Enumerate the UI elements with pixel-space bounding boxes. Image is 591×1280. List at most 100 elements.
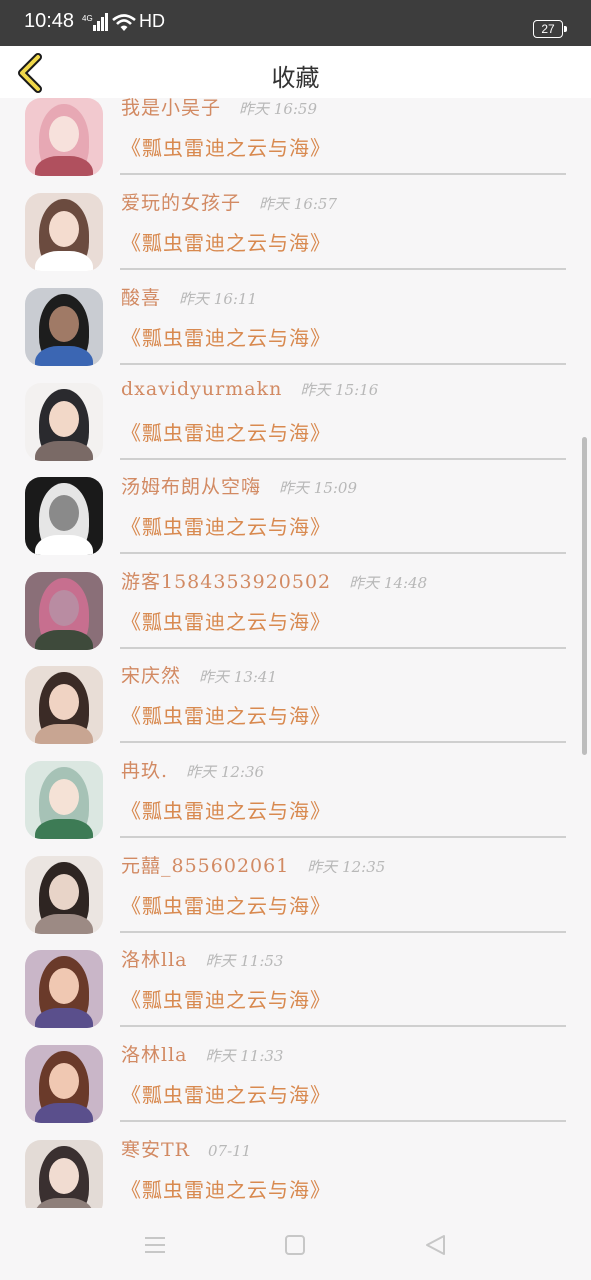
avatar[interactable] (25, 383, 103, 461)
list-item[interactable]: 游客1584353920502 昨天 14:48 《瓢虫雷迪之云与海》 (0, 562, 591, 657)
item-meta: 爱玩的女孩子 昨天 16:57 (121, 188, 337, 216)
item-meta: 酸喜 昨天 16:11 (121, 283, 257, 311)
timestamp: 昨天 11:53 (205, 952, 284, 970)
avatar[interactable] (25, 572, 103, 650)
work-title[interactable]: 《瓢虫雷迪之云与海》 (121, 795, 331, 824)
row-divider (120, 552, 566, 554)
back-triangle-icon (426, 1235, 445, 1255)
username[interactable]: 游客1584353920502 (121, 571, 331, 593)
item-meta: 我是小吴子 昨天 16:59 (121, 98, 317, 121)
home-button[interactable] (280, 1230, 310, 1260)
timestamp: 昨天 15:16 (300, 381, 379, 399)
page-title: 收藏 (271, 64, 320, 92)
battery-level: 27 (541, 22, 555, 36)
avatar[interactable] (25, 98, 103, 176)
username[interactable]: dxavidyurmakn (121, 378, 282, 400)
work-title[interactable]: 《瓢虫雷迪之云与海》 (121, 227, 331, 256)
list-item[interactable]: 宋庆然 昨天 13:41 《瓢虫雷迪之云与海》 (0, 656, 591, 751)
item-meta: 游客1584353920502 昨天 14:48 (121, 567, 427, 595)
timestamp: 昨天 16:11 (179, 290, 258, 308)
username[interactable]: 元囍_855602061 (121, 855, 289, 877)
work-title[interactable]: 《瓢虫雷迪之云与海》 (121, 1079, 331, 1108)
list-item[interactable]: 冉玖. 昨天 12:36 《瓢虫雷迪之云与海》 (0, 751, 591, 846)
system-nav-bar (0, 1208, 591, 1280)
work-title[interactable]: 《瓢虫雷迪之云与海》 (121, 606, 331, 635)
list-item[interactable]: 汤姆布朗从空嗨 昨天 15:09 《瓢虫雷迪之云与海》 (0, 467, 591, 562)
item-meta: 洛林lla 昨天 11:33 (121, 1040, 283, 1068)
signal-icon: 4G (82, 13, 108, 37)
row-divider (120, 1025, 566, 1027)
row-divider (120, 173, 566, 175)
status-bar: 10:48 4G HD 27 (0, 0, 591, 46)
timestamp: 昨天 11:33 (205, 1047, 284, 1065)
timestamp: 昨天 15:09 (279, 479, 358, 497)
username[interactable]: 宋庆然 (121, 665, 181, 687)
row-divider (120, 647, 566, 649)
work-title[interactable]: 《瓢虫雷迪之云与海》 (121, 417, 331, 446)
list-item[interactable]: dxavidyurmakn 昨天 15:16 《瓢虫雷迪之云与海》 (0, 373, 591, 468)
avatar[interactable] (25, 1140, 103, 1208)
item-meta: 寒安TR 07-11 (121, 1135, 251, 1163)
list-item[interactable]: 洛林lla 昨天 11:53 《瓢虫雷迪之云与海》 (0, 940, 591, 1035)
avatar[interactable] (25, 193, 103, 271)
item-meta: 洛林lla 昨天 11:53 (121, 945, 283, 973)
avatar[interactable] (25, 856, 103, 934)
row-divider (120, 268, 566, 270)
item-meta: 宋庆然 昨天 13:41 (121, 661, 277, 689)
item-meta: 元囍_855602061 昨天 12:35 (121, 851, 385, 879)
item-meta: dxavidyurmakn 昨天 15:16 (121, 378, 378, 406)
battery-icon: 27 (533, 20, 567, 38)
work-title[interactable]: 《瓢虫雷迪之云与海》 (121, 1174, 331, 1203)
list-item[interactable]: 寒安TR 07-11 《瓢虫雷迪之云与海》 (0, 1130, 591, 1208)
network-type-label: 4G (82, 14, 93, 23)
username[interactable]: 爱玩的女孩子 (121, 192, 241, 214)
work-title[interactable]: 《瓢虫雷迪之云与海》 (121, 322, 331, 351)
username[interactable]: 冉玖. (121, 760, 168, 782)
timestamp: 昨天 12:36 (186, 763, 265, 781)
list-item[interactable]: 我是小吴子 昨天 16:59 《瓢虫雷迪之云与海》 (0, 98, 591, 183)
timestamp: 昨天 12:35 (307, 858, 386, 876)
timestamp: 07-11 (207, 1142, 252, 1160)
work-title[interactable]: 《瓢虫雷迪之云与海》 (121, 984, 331, 1013)
avatar[interactable] (25, 1045, 103, 1123)
work-title[interactable]: 《瓢虫雷迪之云与海》 (121, 700, 331, 729)
row-divider (120, 1120, 566, 1122)
row-divider (120, 458, 566, 460)
system-back-button[interactable] (420, 1230, 450, 1260)
row-divider (120, 836, 566, 838)
username[interactable]: 汤姆布朗从空嗨 (121, 476, 261, 498)
avatar[interactable] (25, 950, 103, 1028)
wifi-icon (112, 14, 136, 36)
timestamp: 昨天 16:57 (259, 195, 338, 213)
list-item[interactable]: 元囍_855602061 昨天 12:35 《瓢虫雷迪之云与海》 (0, 846, 591, 941)
menu-icon (145, 1237, 165, 1253)
username[interactable]: 酸喜 (121, 287, 161, 309)
username[interactable]: 洛林lla (121, 949, 187, 971)
username[interactable]: 寒安TR (121, 1139, 190, 1161)
status-time: 10:48 (24, 10, 75, 32)
item-meta: 汤姆布朗从空嗨 昨天 15:09 (121, 472, 357, 500)
timestamp: 昨天 14:48 (349, 574, 428, 592)
avatar[interactable] (25, 666, 103, 744)
menu-button[interactable] (140, 1230, 170, 1260)
timestamp: 昨天 13:41 (199, 668, 278, 686)
work-title[interactable]: 《瓢虫雷迪之云与海》 (121, 511, 331, 540)
row-divider (120, 363, 566, 365)
username[interactable]: 洛林lla (121, 1044, 187, 1066)
list-item[interactable]: 酸喜 昨天 16:11 《瓢虫雷迪之云与海》 (0, 278, 591, 373)
row-divider (120, 931, 566, 933)
row-divider (120, 741, 566, 743)
scrollbar[interactable] (582, 437, 587, 755)
item-meta: 冉玖. 昨天 12:36 (121, 756, 264, 784)
header: 收藏 (0, 46, 591, 98)
timestamp: 昨天 16:59 (239, 100, 318, 118)
username[interactable]: 我是小吴子 (121, 98, 221, 119)
avatar[interactable] (25, 477, 103, 555)
hd-indicator: HD (139, 11, 165, 31)
work-title[interactable]: 《瓢虫雷迪之云与海》 (121, 132, 331, 161)
list-item[interactable]: 爱玩的女孩子 昨天 16:57 《瓢虫雷迪之云与海》 (0, 183, 591, 278)
list-item[interactable]: 洛林lla 昨天 11:33 《瓢虫雷迪之云与海》 (0, 1035, 591, 1130)
avatar[interactable] (25, 761, 103, 839)
work-title[interactable]: 《瓢虫雷迪之云与海》 (121, 890, 331, 919)
avatar[interactable] (25, 288, 103, 366)
